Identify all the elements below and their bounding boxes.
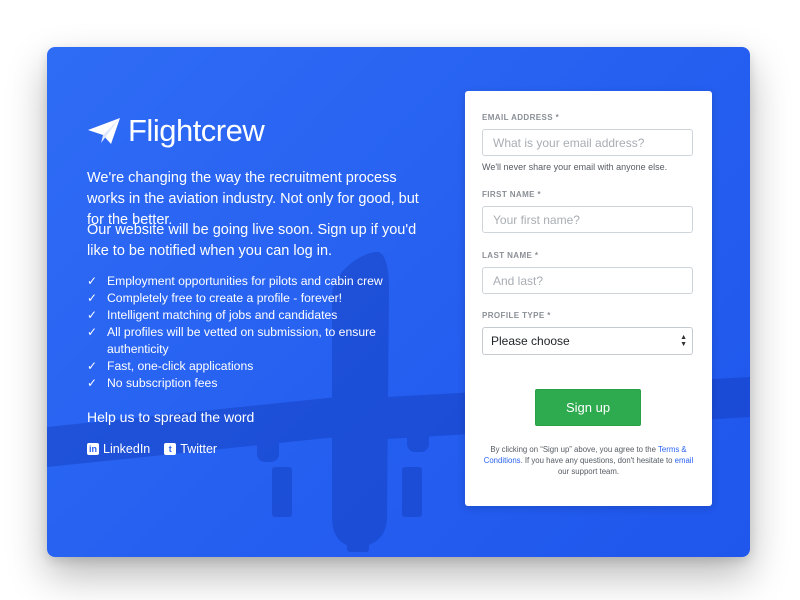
brand-logo: Flightcrew — [87, 113, 265, 149]
profile-type-label: PROFILE TYPE * — [482, 311, 551, 320]
feature-item: ✓ Fast, one-click applications — [87, 359, 254, 373]
paper-plane-icon — [88, 118, 120, 144]
linkedin-icon: in — [87, 443, 99, 455]
email-help-text: We'll never share your email with anyone… — [482, 162, 668, 172]
check-icon: ✓ — [87, 291, 98, 305]
first-name-field[interactable] — [482, 206, 693, 233]
check-icon: ✓ — [87, 308, 98, 322]
signup-form: EMAIL ADDRESS * We'll never share your e… — [465, 91, 712, 506]
check-icon: ✓ — [87, 325, 98, 339]
last-name-label: LAST NAME * — [482, 251, 539, 260]
check-icon: ✓ — [87, 376, 98, 390]
sign-up-button[interactable]: Sign up — [535, 389, 641, 426]
intro-paragraph: Our website will be going live soon. Sig… — [87, 222, 417, 259]
profile-type-select[interactable]: Please choose ▲ ▼ — [482, 327, 693, 355]
check-icon: ✓ — [87, 359, 98, 373]
linkedin-link[interactable]: in LinkedIn — [87, 442, 150, 456]
spread-heading: Help us to spread the word — [87, 409, 255, 425]
email-support-link[interactable]: email — [675, 456, 694, 465]
check-icon: ✓ — [87, 274, 98, 288]
email-label: EMAIL ADDRESS * — [482, 113, 560, 122]
last-name-field[interactable] — [482, 267, 693, 294]
terms-text: By clicking on “Sign up” above, you agre… — [483, 445, 694, 476]
twitter-icon: t — [164, 443, 177, 455]
select-arrows-icon: ▲ ▼ — [680, 334, 687, 348]
social-links: in LinkedIn t Twitter — [87, 442, 217, 456]
twitter-link[interactable]: t Twitter — [164, 442, 217, 456]
feature-item: ✓ No subscription fees — [87, 376, 218, 390]
first-name-label: FIRST NAME * — [482, 190, 542, 199]
profile-type-value: Please choose — [491, 334, 570, 348]
brand-name: Flightcrew — [128, 113, 265, 148]
signup-card: Flightcrew We're changing the way the re… — [47, 47, 750, 557]
feature-item: ✓ All profiles will be vetted on submissi… — [87, 325, 376, 356]
email-field[interactable] — [482, 129, 693, 156]
feature-item: ✓ Employment opportunities for pilots and… — [87, 274, 383, 288]
feature-item: ✓ Completely free to create a profile - f… — [87, 291, 343, 305]
feature-list: ✓ Employment opportunities for pilots and… — [87, 273, 407, 392]
feature-item: ✓ Intelligent matching of jobs and candid… — [87, 308, 338, 322]
